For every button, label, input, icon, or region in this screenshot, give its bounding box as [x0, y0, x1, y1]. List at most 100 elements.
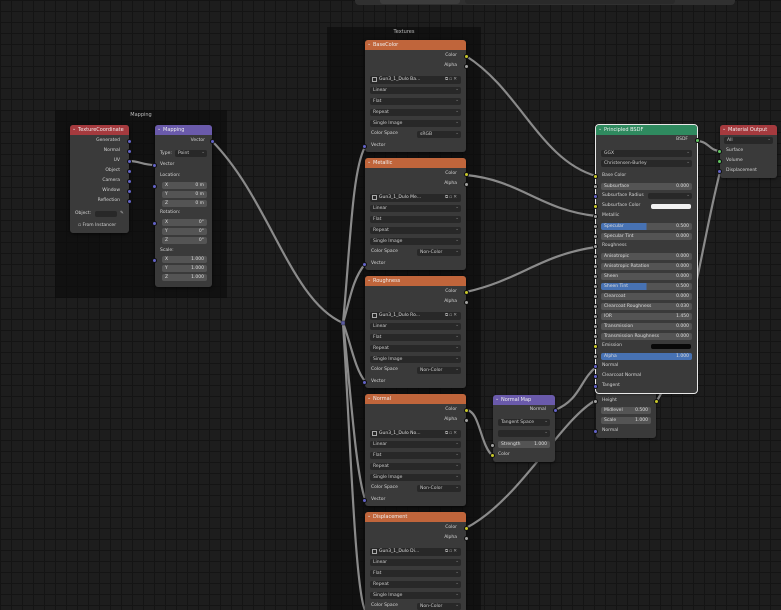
socket-height-in[interactable]: [593, 399, 598, 404]
socket-displacement-out[interactable]: [654, 399, 659, 404]
node-header[interactable]: Normal Map: [493, 394, 555, 405]
image-tools-icons[interactable]: ⧉▫✕: [445, 194, 458, 202]
socket-tangent-in[interactable]: [593, 384, 598, 389]
socket-vector-in[interactable]: [362, 262, 367, 267]
strength-field[interactable]: Strength 1.000: [498, 441, 550, 448]
anisotropic-field[interactable]: Anisotropic 0.000: [601, 253, 692, 260]
socket-window[interactable]: [127, 189, 132, 194]
node-header[interactable]: Roughness: [365, 275, 466, 286]
socket-normal-in[interactable]: [593, 429, 598, 434]
socket-camera[interactable]: [127, 179, 132, 184]
socket-color-out[interactable]: [464, 290, 469, 295]
socket-subsurface-radius-in[interactable]: [593, 194, 598, 199]
clearcoat-field[interactable]: Clearcoat 0.000: [601, 293, 692, 300]
image-selector[interactable]: Gun3_1_Dulo Ba... ⧉▫✕: [370, 76, 461, 84]
eyedropper-icon[interactable]: ✎: [120, 210, 124, 218]
extension-dropdown[interactable]: Repeat: [370, 108, 461, 116]
specular-field[interactable]: Specular 0.500: [601, 223, 692, 230]
transmission-roughness-field[interactable]: Transmission Roughness 0.000: [601, 333, 692, 340]
socket-surface-in[interactable]: [717, 149, 722, 154]
socket-emission-in[interactable]: [593, 344, 598, 349]
socket-anisotropic-rotation-in[interactable]: [593, 264, 598, 269]
location-y-field[interactable]: Y0 m: [162, 191, 207, 198]
target-dropdown[interactable]: All: [724, 136, 773, 144]
extension-dropdown[interactable]: Repeat: [370, 580, 461, 588]
node-normal-map[interactable]: Normal Map Normal Tangent Space Strength…: [490, 394, 558, 462]
source-dropdown[interactable]: Single Image: [370, 591, 461, 599]
socket-rotation-in[interactable]: [152, 221, 157, 226]
node-header[interactable]: Mapping: [155, 124, 212, 135]
node-image-texture[interactable]: Normal Color Alpha Gun3_1_Dulo No...⧉▫✕ …: [362, 393, 469, 506]
socket-sheen-in[interactable]: [593, 274, 598, 279]
socket-normal[interactable]: [127, 149, 132, 154]
socket-vector-in[interactable]: [152, 163, 157, 168]
subsurface-method-dropdown[interactable]: Christensen-Burley: [601, 159, 692, 167]
socket-vector-in[interactable]: [362, 498, 367, 503]
socket-specular-in[interactable]: [593, 224, 598, 229]
socket-vector-out[interactable]: [210, 139, 215, 144]
projection-dropdown[interactable]: Flat: [370, 215, 461, 223]
sheen-field[interactable]: Sheen 0.000: [601, 273, 692, 280]
socket-reflection[interactable]: [127, 199, 132, 204]
image-tools-icons[interactable]: ⧉▫✕: [445, 430, 458, 438]
uv-map-field[interactable]: [498, 429, 550, 437]
ior-field[interactable]: IOR 1.450: [601, 313, 692, 320]
image-selector[interactable]: Gun3_1_Dulo Di... ⧉▫✕: [370, 548, 461, 556]
socket-color-out[interactable]: [464, 54, 469, 59]
socket-metallic-in[interactable]: [593, 214, 598, 219]
socket-vector-in[interactable]: [362, 144, 367, 149]
socket-color-out[interactable]: [464, 408, 469, 413]
interpolation-dropdown[interactable]: Linear: [370, 440, 461, 448]
socket-object[interactable]: [127, 169, 132, 174]
clearcoat-roughness-field[interactable]: Clearcoat Roughness 0.030: [601, 303, 692, 310]
socket-base-color-in[interactable]: [593, 174, 598, 179]
node-principled-bsdf[interactable]: Principled BSDF BSDF GGX Christensen-Bur…: [593, 124, 700, 394]
subsurface-color-color-swatch[interactable]: [651, 204, 691, 209]
interpolation-dropdown[interactable]: Linear: [370, 86, 461, 94]
socket-transmission-in[interactable]: [593, 324, 598, 329]
extension-dropdown[interactable]: Repeat: [370, 344, 461, 352]
source-dropdown[interactable]: Single Image: [370, 355, 461, 363]
image-selector[interactable]: Gun3_1_Dulo Me... ⧉▫✕: [370, 194, 461, 202]
specular-tint-field[interactable]: Specular Tint 0.000: [601, 233, 692, 240]
socket-color-in[interactable]: [490, 453, 495, 458]
socket-uv[interactable]: [127, 159, 132, 164]
from-instancer-checkbox[interactable]: ▫ From Instancer: [78, 222, 116, 230]
socket-subsurface-color-in[interactable]: [593, 204, 598, 209]
interpolation-dropdown[interactable]: Linear: [370, 322, 461, 330]
socket-clearcoat-normal-in[interactable]: [593, 374, 598, 379]
anisotropic-rotation-field[interactable]: Anisotropic Rotation 0.000: [601, 263, 692, 270]
subsurface-field[interactable]: Subsurface 0.000: [601, 183, 692, 190]
node-material-output[interactable]: Material Output All Surface Volume Displ…: [717, 124, 777, 178]
socket-location-in[interactable]: [152, 184, 157, 189]
transmission-field[interactable]: Transmission 0.000: [601, 323, 692, 330]
node-header[interactable]: Principled BSDF: [596, 124, 697, 135]
socket-generated[interactable]: [127, 139, 132, 144]
colorspace-dropdown[interactable]: Non-Color: [417, 602, 461, 610]
colorspace-dropdown[interactable]: sRGB: [417, 130, 461, 138]
colorspace-dropdown[interactable]: Non-Color: [417, 484, 461, 492]
socket-sheen-tint-in[interactable]: [593, 284, 598, 289]
socket-alpha-out[interactable]: [464, 536, 469, 541]
subsurface-radius-dropdown[interactable]: [648, 192, 692, 199]
distribution-dropdown[interactable]: GGX: [601, 149, 692, 157]
node-image-texture[interactable]: Displacement Color Alpha Gun3_1_Dulo Di.…: [365, 511, 469, 610]
source-dropdown[interactable]: Single Image: [370, 237, 461, 245]
socket-normal-out[interactable]: [553, 408, 558, 413]
scale-field[interactable]: Scale 1.000: [601, 417, 651, 424]
node-header[interactable]: Material Output: [720, 124, 777, 135]
socket-subsurface-in[interactable]: [593, 184, 598, 189]
image-tools-icons[interactable]: ⧉▫✕: [445, 312, 458, 320]
socket-alpha-out[interactable]: [464, 418, 469, 423]
source-dropdown[interactable]: Single Image: [370, 119, 461, 127]
socket-specular-tint-in[interactable]: [593, 234, 598, 239]
projection-dropdown[interactable]: Flat: [370, 569, 461, 577]
socket-alpha-out[interactable]: [464, 182, 469, 187]
colorspace-dropdown[interactable]: Non-Color: [417, 366, 461, 374]
image-selector[interactable]: Gun3_1_Dulo No... ⧉▫✕: [370, 430, 461, 438]
socket-vector-in[interactable]: [362, 380, 367, 385]
scale-y-field[interactable]: Y 1.000: [162, 265, 207, 272]
rotation-x-field[interactable]: X 0°: [162, 219, 207, 226]
projection-dropdown[interactable]: Flat: [370, 451, 461, 459]
location-z-field[interactable]: Z0 m: [162, 200, 207, 207]
